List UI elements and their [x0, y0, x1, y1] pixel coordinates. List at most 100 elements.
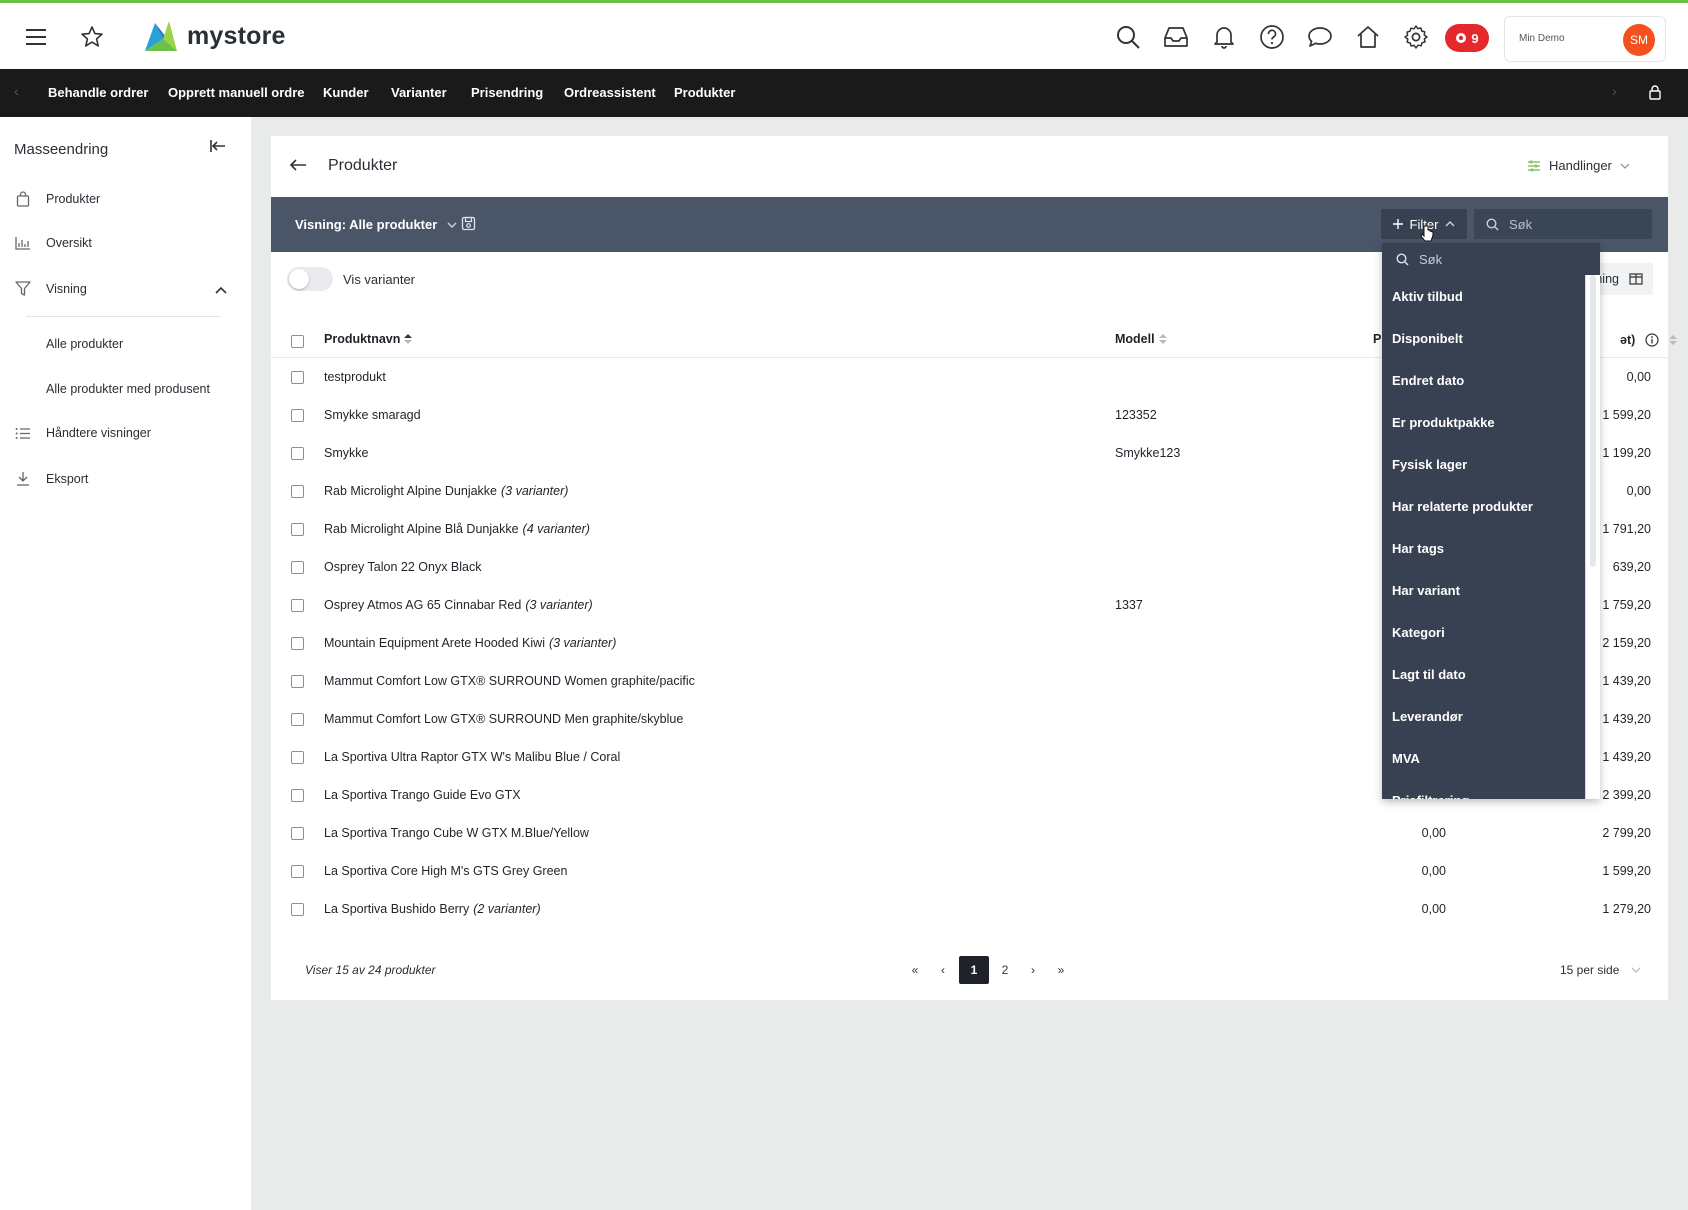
account-switcher[interactable]: Min Demo SM	[1504, 16, 1666, 62]
filter-option[interactable]: Disponibelt	[1382, 317, 1586, 359]
last-page-button[interactable]: »	[1047, 956, 1075, 984]
filter-option[interactable]: Aktiv tilbud	[1382, 275, 1586, 317]
nav-item-kunder[interactable]: Kunder	[323, 85, 369, 100]
sidebar-item-visning[interactable]: Visning	[14, 281, 87, 296]
row-checkbox[interactable]	[291, 903, 304, 916]
product-name[interactable]: Rab Microlight Alpine Blå Dunjakke (4 var…	[324, 522, 590, 536]
lock-icon[interactable]	[1648, 84, 1662, 103]
chat-icon[interactable]	[1304, 21, 1336, 53]
sidebar-subitem-alle-produkter-med-produsent[interactable]: Alle produkter med produsent	[46, 382, 210, 396]
product-name[interactable]: Mammut Comfort Low GTX® SURROUND Men gra…	[324, 712, 687, 726]
row-checkbox[interactable]	[291, 447, 304, 460]
filter-option[interactable]: Har tags	[1382, 527, 1586, 569]
product-name[interactable]: La Sportiva Ultra Raptor GTX W's Malibu …	[324, 750, 624, 764]
row-checkbox[interactable]	[291, 713, 304, 726]
page-1-button[interactable]: 1	[959, 956, 989, 984]
row-checkbox[interactable]	[291, 637, 304, 650]
sidebar-item-oversikt[interactable]: Oversikt	[14, 236, 92, 250]
column-header-model[interactable]: Modell	[1115, 332, 1167, 346]
notification-badge[interactable]: 9	[1445, 24, 1489, 52]
sidebar-item-handtere-visninger[interactable]: Håndtere visninger	[14, 426, 151, 440]
prev-page-button[interactable]: ‹	[929, 956, 957, 984]
nav-item-opprett-manuell-ordre[interactable]: Opprett manuell ordre	[168, 85, 305, 100]
filter-option[interactable]: Har variant	[1382, 569, 1586, 611]
row-checkbox[interactable]	[291, 599, 304, 612]
home-icon[interactable]	[1352, 21, 1384, 53]
row-checkbox[interactable]	[291, 523, 304, 536]
sidebar-item-produkter[interactable]: Produkter	[14, 191, 100, 207]
show-variants-toggle[interactable]	[287, 267, 333, 291]
product-name[interactable]: Mountain Equipment Arete Hooded Kiwi (3 v…	[324, 636, 616, 650]
row-checkbox[interactable]	[291, 561, 304, 574]
product-name[interactable]: testprodukt	[324, 370, 390, 384]
filter-option[interactable]: Lagt til dato	[1382, 653, 1586, 695]
save-view-icon[interactable]	[461, 216, 476, 234]
filter-option[interactable]: Kategori	[1382, 611, 1586, 653]
filter-search-input[interactable]: Søk	[1382, 243, 1600, 275]
brand-logo[interactable]: mystore	[143, 19, 286, 53]
filter-scrollbar[interactable]	[1585, 275, 1600, 799]
search-icon[interactable]	[1112, 21, 1144, 53]
filter-option[interactable]: Leverandør	[1382, 695, 1586, 737]
filter-option[interactable]: Prisfiltrering	[1382, 779, 1586, 800]
sidebar-subitem-alle-produkter[interactable]: Alle produkter	[46, 337, 123, 351]
menu-icon[interactable]	[20, 21, 52, 53]
product-name[interactable]: La Sportiva Trango Cube W GTX M.Blue/Yel…	[324, 826, 593, 840]
select-all-checkbox[interactable]	[291, 335, 304, 348]
filter-option[interactable]: Endret dato	[1382, 359, 1586, 401]
table-row[interactable]: La Sportiva Core High M's GTS Grey Green…	[271, 852, 1668, 890]
column-header-price[interactable]: P	[1373, 332, 1381, 346]
product-name[interactable]: Osprey Talon 22 Onyx Black	[324, 560, 485, 574]
product-name[interactable]: La Sportiva Bushido Berry (2 varianter)	[324, 902, 541, 916]
collapse-sidebar-icon[interactable]	[210, 139, 226, 156]
nav-item-varianter[interactable]: Varianter	[391, 85, 447, 100]
row-checkbox[interactable]	[291, 827, 304, 840]
actions-dropdown[interactable]: Handlinger	[1527, 158, 1630, 173]
row-checkbox[interactable]	[291, 865, 304, 878]
product-name[interactable]: Rab Microlight Alpine Dunjakke (3 variant…	[324, 484, 568, 498]
filter-option[interactable]: MVA	[1382, 737, 1586, 779]
info-icon[interactable]	[1645, 333, 1659, 347]
chevron-up-icon[interactable]	[215, 282, 227, 297]
product-name[interactable]: Smykke	[324, 446, 372, 460]
per-page-select[interactable]: 15 per side	[1560, 963, 1641, 977]
product-name[interactable]: La Sportiva Core High M's GTS Grey Green	[324, 864, 571, 878]
filter-option[interactable]: Er produktpakke	[1382, 401, 1586, 443]
product-name[interactable]: Smykke smaragd	[324, 408, 425, 422]
row-checkbox[interactable]	[291, 751, 304, 764]
sidebar-item-eksport[interactable]: Eksport	[14, 471, 88, 486]
product-name[interactable]: Mammut Comfort Low GTX® SURROUND Women g…	[324, 674, 699, 688]
filter-option[interactable]: Har relaterte produkter	[1382, 485, 1586, 527]
search-input[interactable]: Søk	[1474, 209, 1652, 239]
filter-option[interactable]: Fysisk lager	[1382, 443, 1586, 485]
row-checkbox[interactable]	[291, 675, 304, 688]
bell-icon[interactable]	[1208, 21, 1240, 53]
row-checkbox[interactable]	[291, 409, 304, 422]
page-2-button[interactable]: 2	[991, 956, 1019, 984]
star-icon[interactable]	[76, 21, 108, 53]
column-header-name[interactable]: Produktnavn	[324, 332, 413, 346]
avatar[interactable]: SM	[1623, 24, 1655, 56]
nav-item-prisendring[interactable]: Prisendring	[471, 85, 543, 100]
product-name[interactable]: La Sportiva Trango Guide Evo GTX	[324, 788, 525, 802]
nav-item-produkter[interactable]: Produkter	[674, 85, 735, 100]
product-name[interactable]: Osprey Atmos AG 65 Cinnabar Red (3 varian…	[324, 598, 593, 612]
column-header-last[interactable]: ət)	[1620, 333, 1678, 347]
nav-scroll-right-icon[interactable]: ›	[1612, 83, 1617, 99]
filter-scrollbar-thumb[interactable]	[1590, 275, 1596, 567]
back-arrow-icon[interactable]	[289, 156, 307, 177]
gear-icon[interactable]	[1400, 21, 1432, 53]
inbox-icon[interactable]	[1160, 21, 1192, 53]
nav-scroll-left-icon[interactable]: ‹	[14, 83, 19, 99]
first-page-button[interactable]: «	[901, 956, 929, 984]
nav-item-behandle-ordrer[interactable]: Behandle ordrer	[48, 85, 148, 100]
row-checkbox[interactable]	[291, 485, 304, 498]
row-checkbox[interactable]	[291, 789, 304, 802]
help-icon[interactable]	[1256, 21, 1288, 53]
nav-item-ordreassistent[interactable]: Ordreassistent	[564, 85, 656, 100]
table-row[interactable]: La Sportiva Bushido Berry (2 varianter) 0,…	[271, 890, 1668, 928]
next-page-button[interactable]: ›	[1019, 956, 1047, 984]
view-selector[interactable]: Visning: Alle produkter	[295, 217, 457, 232]
table-row[interactable]: La Sportiva Trango Cube W GTX M.Blue/Yel…	[271, 814, 1668, 852]
row-checkbox[interactable]	[291, 371, 304, 384]
